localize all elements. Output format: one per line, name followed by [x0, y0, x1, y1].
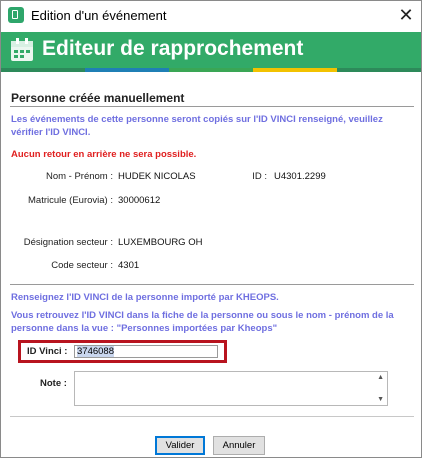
- matricule-value: 30000612: [118, 195, 161, 206]
- dialog-window: Edition d'un événement ✕ Editeur de rapp…: [0, 0, 422, 458]
- banner-title: Editeur de rapprochement: [42, 37, 304, 60]
- instruction-line-2: Vous retrouvez l'ID VINCI dans la fiche …: [11, 310, 394, 334]
- footer-divider: [10, 416, 414, 417]
- calendar-icon: [11, 38, 33, 61]
- vinci-label: ID Vinci :: [27, 346, 68, 357]
- validate-button[interactable]: Valider: [155, 436, 205, 455]
- name-value: HUDEK NICOLAS: [118, 171, 196, 182]
- section-divider: [10, 106, 414, 107]
- vinci-id-value: 3746088: [77, 346, 114, 357]
- cancel-button[interactable]: Annuler: [213, 436, 265, 455]
- sector-value: LUXEMBOURG OH: [118, 237, 203, 248]
- info-text: Les événements de cette personne seront …: [11, 114, 383, 138]
- section-title: Personne créée manuellement: [11, 91, 185, 105]
- scroll-up-icon[interactable]: ▲: [377, 374, 384, 381]
- id-label: ID :: [252, 171, 267, 182]
- title-bar[interactable]: Edition d'un événement ✕: [1, 1, 421, 31]
- dialog-content: Personne créée manuellement Les événemen…: [1, 72, 421, 457]
- matricule-label: Matricule (Eurovia) :: [28, 195, 113, 206]
- vinci-id-input[interactable]: 3746088: [74, 345, 218, 358]
- sector-label: Désignation secteur :: [23, 237, 113, 248]
- app-icon: [8, 7, 24, 23]
- sector-code-value: 4301: [118, 260, 140, 271]
- header-banner: Editeur de rapprochement: [1, 32, 421, 68]
- note-label: Note :: [40, 378, 67, 389]
- window-title: Edition d'un événement: [31, 8, 167, 23]
- close-button[interactable]: ✕: [393, 4, 419, 26]
- note-textarea[interactable]: ▲ ▼: [74, 371, 388, 406]
- scroll-down-icon[interactable]: ▼: [377, 396, 384, 403]
- instruction-line-1: Renseignez l'ID VINCI de la personne imp…: [11, 292, 279, 303]
- form-divider: [10, 284, 414, 285]
- id-value: U4301.2299: [274, 171, 326, 182]
- warning-text: Aucun retour en arrière ne sera possible…: [11, 149, 197, 160]
- sector-code-label: Code secteur :: [51, 260, 113, 271]
- name-label: Nom - Prénom :: [45, 171, 113, 182]
